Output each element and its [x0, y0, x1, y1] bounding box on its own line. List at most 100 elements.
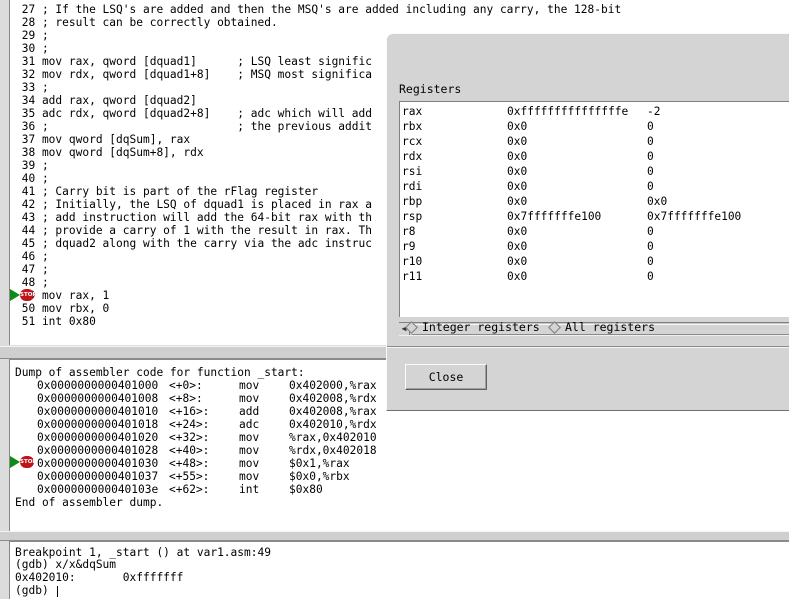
- register-hex: 0x0: [507, 150, 528, 163]
- register-value: 0: [647, 270, 654, 283]
- source-line: 40 ;: [15, 172, 49, 185]
- register-value: 0x0: [647, 195, 668, 208]
- source-line: 48 ;: [15, 276, 49, 289]
- asm-addr: 0x0000000000401037: [37, 470, 159, 483]
- register-row[interactable]: rbp 0x0 0x0: [400, 194, 789, 209]
- source-line: 46 ;: [15, 250, 49, 263]
- register-hex: 0x0: [507, 240, 528, 253]
- register-value: 0: [647, 150, 654, 163]
- register-name: rsp: [402, 210, 423, 223]
- register-row[interactable]: r8 0x0 0: [400, 224, 789, 239]
- asm-addr: 0x0000000000401010: [37, 405, 159, 418]
- breakpoint-marker-asm[interactable]: STOP: [10, 456, 38, 468]
- asm-addr: 0x0000000000401030: [37, 457, 159, 470]
- register-row[interactable]: rcx 0x0 0: [400, 134, 789, 149]
- register-row[interactable]: rdi 0x0 0: [400, 179, 789, 194]
- radio-diamond-icon: [548, 320, 561, 334]
- asm-args: 0x402008,%rax: [289, 405, 377, 418]
- register-value: 0: [647, 135, 654, 148]
- register-name: rcx: [402, 135, 423, 148]
- stop-sign-icon: STOP: [20, 289, 36, 301]
- asm-addr: 0x0000000000401000: [37, 379, 159, 392]
- register-hex: 0x0: [507, 165, 528, 178]
- register-name: r9: [402, 240, 416, 253]
- asm-args: 0x402008,%rdx: [289, 392, 377, 405]
- register-hex: 0x7fffffffe100: [507, 210, 602, 223]
- asm-args: 0x402010,%rdx: [289, 418, 377, 431]
- register-row[interactable]: rsp 0x7fffffffe100 0x7fffffffe100: [400, 209, 789, 224]
- asm-off: <+0>:: [169, 379, 203, 392]
- register-value: 0: [647, 225, 654, 238]
- asm-op: adc: [239, 418, 260, 431]
- register-hex: 0x0: [507, 225, 528, 238]
- source-line: 45 ; dquad2 along with the carry via the…: [15, 237, 372, 250]
- source-line: 30 ;: [15, 42, 49, 55]
- integer-registers-radio[interactable]: Integer registers: [404, 319, 540, 335]
- source-line: 50 mov rbx, 0: [15, 302, 110, 315]
- source-line: 31 mov rax, qword [dquad1] ; LSQ least s…: [15, 55, 372, 68]
- register-row[interactable]: r9 0x0 0: [400, 239, 789, 254]
- registers-list[interactable]: rax 0xfffffffffffffffe -2 rbx 0x0 0 rcx 0x0 0 rdx…: [399, 101, 789, 317]
- register-name: rdx: [402, 150, 423, 163]
- close-button[interactable]: Close: [405, 364, 487, 390]
- asm-addr: 0x000000000040103e: [37, 483, 159, 496]
- console-line: 0x402010: 0xfffffff: [15, 571, 184, 584]
- asm-off: <+32>:: [169, 431, 210, 444]
- source-line: 34 add rax, qword [dquad2]: [15, 94, 197, 107]
- register-hex: 0x0: [507, 180, 528, 193]
- source-line: 43 ; add instruction will add the 64-bit…: [15, 211, 372, 224]
- register-value: 0: [647, 120, 654, 133]
- pane-splitter[interactable]: [0, 531, 789, 541]
- asm-footer: End of assembler dump.: [15, 496, 164, 509]
- asm-args: 0x402000,%rax: [289, 379, 377, 392]
- register-row[interactable]: r10 0x0 0: [400, 254, 789, 269]
- breakpoint-marker-source[interactable]: STOP: [10, 289, 38, 301]
- register-name: rsi: [402, 165, 423, 178]
- register-row[interactable]: r11 0x0 0: [400, 269, 789, 284]
- asm-off: <+62>:: [169, 483, 210, 496]
- register-name: r8: [402, 225, 416, 238]
- register-name: r11: [402, 270, 423, 283]
- radio-label: Integer registers: [422, 320, 540, 334]
- dialog-separator: [387, 346, 789, 348]
- asm-off: <+24>:: [169, 418, 210, 431]
- source-line: 41 ; Carry bit is part of the rFlag regi…: [15, 185, 319, 198]
- register-hex: 0x0: [507, 255, 528, 268]
- register-row[interactable]: rdx 0x0 0: [400, 149, 789, 164]
- source-line: 42 ; Initially, the LSQ of dquad1 is pla…: [15, 198, 372, 211]
- asm-header: Dump of assembler code for function _sta…: [15, 366, 305, 379]
- register-row[interactable]: rax 0xfffffffffffffffe -2: [400, 104, 789, 119]
- register-row[interactable]: rsi 0x0 0: [400, 164, 789, 179]
- register-name: rdi: [402, 180, 423, 193]
- asm-op: mov: [239, 379, 260, 392]
- source-line: 39 ;: [15, 159, 49, 172]
- register-row[interactable]: rbx 0x0 0: [400, 119, 789, 134]
- source-line: 36 ; ; the previous addit: [15, 120, 372, 133]
- asm-addr: 0x0000000000401008: [37, 392, 159, 405]
- register-hex: 0xfffffffffffffffe: [507, 105, 629, 118]
- stop-sign-icon: STOP: [20, 456, 36, 468]
- all-registers-radio[interactable]: All registers: [547, 319, 655, 335]
- gdb-console[interactable]: Breakpoint 1, _start () at var1.asm:49 (…: [9, 541, 789, 599]
- source-line: 32 mov rdx, qword [dquad1+8] ; MSQ most …: [15, 68, 372, 81]
- register-value: 0: [647, 180, 654, 193]
- asm-args: $0x80: [289, 483, 323, 496]
- asm-op: mov: [239, 392, 260, 405]
- current-line-arrow-icon: [10, 289, 20, 301]
- register-hex: 0x0: [507, 195, 528, 208]
- asm-args: %rax,0x402010: [289, 431, 377, 444]
- asm-addr: 0x0000000000401018: [37, 418, 159, 431]
- asm-op: mov: [239, 444, 260, 457]
- console-prompt-line[interactable]: (gdb): [15, 584, 59, 597]
- asm-addr: 0x0000000000401020: [37, 431, 159, 444]
- register-value: -2: [647, 105, 661, 118]
- source-line: 44 ; provide a carry of 1 with the resul…: [15, 224, 372, 237]
- asm-off: <+55>:: [169, 470, 210, 483]
- source-line: 38 mov qword [dqSum+8], rdx: [15, 146, 204, 159]
- asm-args: $0x1,%rax: [289, 457, 350, 470]
- register-hex: 0x0: [507, 120, 528, 133]
- asm-op: mov: [239, 431, 260, 444]
- register-value: 0: [647, 165, 654, 178]
- source-line: 29 ;: [15, 29, 49, 42]
- register-name: rbx: [402, 120, 423, 133]
